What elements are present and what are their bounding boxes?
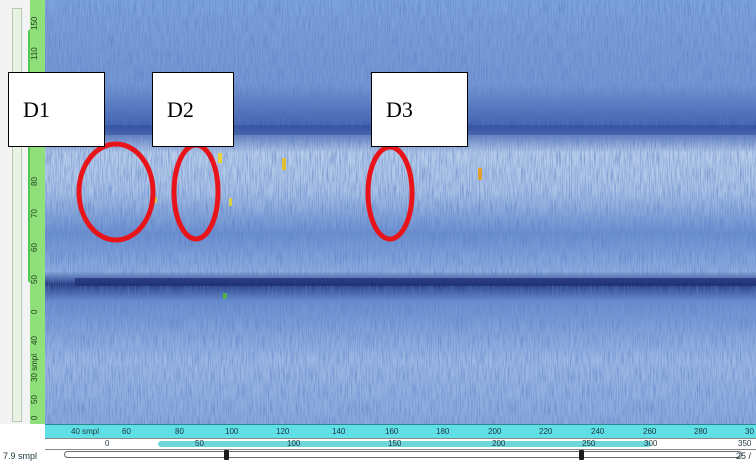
horizontal-scroll-area: 7.9 smpl 25 / bbox=[0, 450, 756, 461]
h-tick: 220 bbox=[539, 427, 553, 436]
backwall-echo bbox=[75, 278, 756, 286]
scroll-grip-right[interactable] bbox=[579, 450, 584, 460]
h-tick: 200 bbox=[492, 439, 506, 448]
scale-label: 7.9 smpl bbox=[3, 451, 38, 461]
v-tick: 0 bbox=[30, 415, 39, 420]
h-tick: 140 bbox=[332, 427, 346, 436]
h-tick: 60 bbox=[122, 427, 131, 436]
indication bbox=[223, 293, 227, 299]
h-tick: 280 bbox=[694, 427, 708, 436]
v-tick: 30 smpl bbox=[30, 353, 39, 382]
h-tick: 240 bbox=[591, 427, 605, 436]
h-tick: 350 bbox=[738, 439, 752, 448]
vertical-scrollbar[interactable] bbox=[12, 8, 34, 422]
h-tick: 120 bbox=[276, 427, 290, 436]
h-tick: 30 bbox=[745, 427, 754, 436]
position-range-band[interactable] bbox=[158, 441, 651, 447]
v-tick: 60 bbox=[30, 243, 39, 252]
h-tick: 100 bbox=[225, 427, 239, 436]
h-tick: 300 bbox=[644, 439, 658, 448]
defect-label-d1: D1 bbox=[8, 72, 105, 147]
h-tick: 260 bbox=[643, 427, 657, 436]
scale-label: 25 / bbox=[736, 451, 752, 461]
h-tick: 0 bbox=[105, 439, 110, 448]
scroll-grip-left[interactable] bbox=[224, 450, 229, 460]
h-tick: 200 bbox=[488, 427, 502, 436]
h-tick: 100 bbox=[287, 439, 301, 448]
ultrasonic-scan-image[interactable] bbox=[45, 0, 756, 424]
v-tick: 110 bbox=[30, 47, 39, 60]
v-tick: 0 bbox=[30, 309, 39, 314]
h-tick: 40 smpl bbox=[71, 427, 100, 436]
v-tick: 40 bbox=[30, 336, 39, 345]
horizontal-ruler-samples: 40 smpl 60 80 100 120 140 160 180 200 22… bbox=[45, 424, 756, 438]
h-tick: 80 bbox=[175, 427, 184, 436]
h-tick: 150 bbox=[388, 439, 402, 448]
v-tick: 80 bbox=[30, 177, 39, 186]
indication bbox=[218, 153, 222, 163]
indication bbox=[478, 168, 482, 180]
horizontal-scrollbar[interactable] bbox=[64, 451, 742, 458]
h-tick: 180 bbox=[436, 427, 450, 436]
defect-label-d3: D3 bbox=[371, 72, 468, 147]
h-tick: 160 bbox=[385, 427, 399, 436]
v-tick: 50 bbox=[30, 275, 39, 284]
defect-label-d2: D2 bbox=[152, 72, 234, 147]
v-tick: 50 bbox=[30, 395, 39, 404]
h-tick: 250 bbox=[582, 439, 596, 448]
v-tick: 70 bbox=[30, 209, 39, 218]
indication bbox=[282, 158, 286, 170]
v-tick: 150 bbox=[30, 16, 39, 30]
h-tick: 50 bbox=[195, 439, 204, 448]
indication bbox=[229, 198, 232, 206]
vertical-scale-bar: 150 110 80 70 60 50 0 40 30 smpl 50 0 bbox=[0, 0, 45, 424]
horizontal-ruler-position: 0 50 100 150 200 250 300 350 bbox=[45, 438, 756, 450]
